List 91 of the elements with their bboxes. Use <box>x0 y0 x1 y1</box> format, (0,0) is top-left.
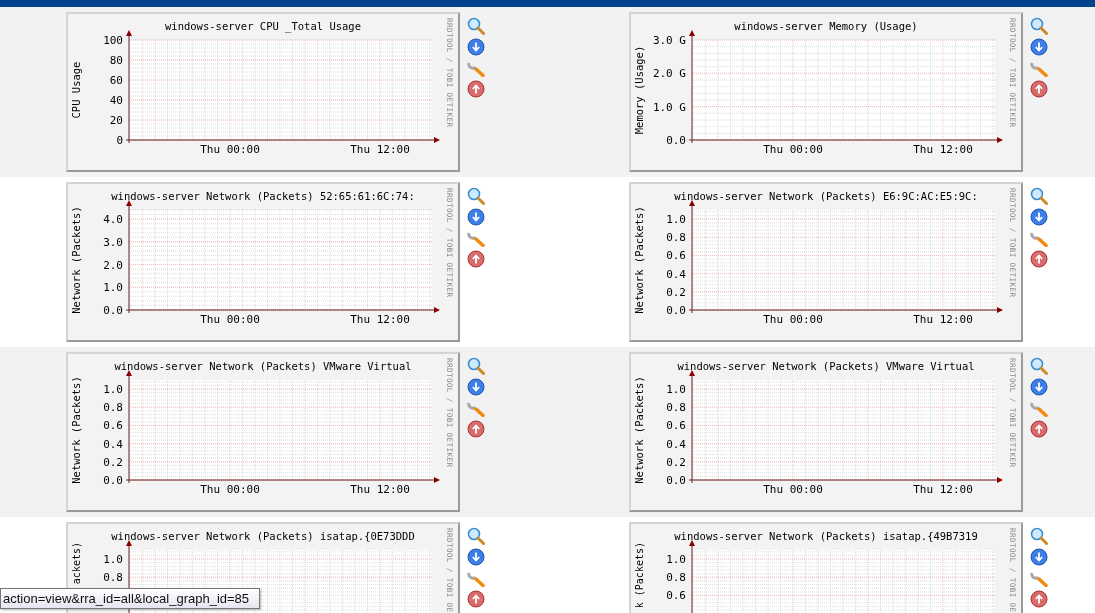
arrow-up-icon[interactable] <box>1030 590 1048 608</box>
arrow-down-icon[interactable] <box>467 38 485 56</box>
tick-label: 1.0 <box>666 553 686 567</box>
arrow-down-icon[interactable] <box>1030 38 1048 56</box>
tick-label: Thu 12:00 <box>913 313 973 326</box>
tick-label: 100 <box>103 34 123 47</box>
graph-title: windows-server Memory (Usage) <box>734 20 918 32</box>
tick-label: 0.8 <box>666 401 686 415</box>
tick-label: 0.6 <box>103 419 123 433</box>
tick-label: Thu 12:00 <box>350 483 410 496</box>
tick-label: 0.0 <box>103 304 123 317</box>
tick-label: 0.0 <box>666 304 686 317</box>
zoom-icon[interactable] <box>1030 17 1048 35</box>
tick-label: 80 <box>109 54 123 67</box>
tick-label: 2.0 G <box>652 67 686 81</box>
tick-label: 3.0 <box>103 235 123 249</box>
tick-label: Thu 00:00 <box>200 313 260 326</box>
zoom-icon[interactable] <box>467 357 485 375</box>
tick-label: 1.0 <box>103 281 123 295</box>
tick-label: Thu 00:00 <box>200 143 260 156</box>
tick-label: 0.6 <box>666 249 686 263</box>
graph-title: windows-server CPU _Total Usage <box>165 20 361 32</box>
axis-label: Network (Packets) <box>633 376 645 484</box>
graph-title: windows-server Network (Packets) isatap.{49B7319 <box>674 530 978 542</box>
tick-label: 0.6 <box>666 419 686 433</box>
tick-label: 0.6 <box>666 589 686 603</box>
axis-label: ackets) <box>71 542 82 585</box>
zoom-icon[interactable] <box>1030 187 1048 205</box>
tick-label: 0.2 <box>103 455 123 469</box>
tick-label: Thu 12:00 <box>350 313 410 326</box>
tick-label: 4.0 <box>103 213 123 227</box>
zoom-icon[interactable] <box>467 527 485 545</box>
zoom-icon[interactable] <box>467 187 485 205</box>
tick-label: 0.0 <box>666 134 686 147</box>
tick-label: 1.0 G <box>652 100 686 114</box>
tick-label: 1.0 <box>666 213 686 227</box>
arrow-down-icon[interactable] <box>1030 548 1048 566</box>
tick-label: 1.0 <box>666 383 686 397</box>
tick-label: 0.2 <box>666 455 686 469</box>
tick-label: 0.0 <box>666 474 686 487</box>
graph-title: windows-server Network (Packets) E6:9C:AC:E5:9C: <box>674 190 978 202</box>
tick-label: 0.2 <box>666 285 686 299</box>
url-tooltip: action=view&rra_id=all&local_graph_id=85 <box>0 588 260 609</box>
tick-label: Thu 00:00 <box>763 143 823 156</box>
tick-label: Thu 12:00 <box>913 143 973 156</box>
arrow-up-icon[interactable] <box>467 250 485 268</box>
graph-title: windows-server Network (Packets) 52:65:61:6C:74: <box>111 190 415 202</box>
tick-label: 0.0 <box>103 474 123 487</box>
tick-label: 3.0 G <box>652 34 686 47</box>
axis-label: Network (Packets) <box>633 206 645 314</box>
tick-label: Thu 12:00 <box>913 483 973 496</box>
arrow-up-icon[interactable] <box>467 590 485 608</box>
graph-title: windows-server Network (Packets) isatap.{0E73DDD <box>111 530 415 542</box>
zoom-icon[interactable] <box>467 17 485 35</box>
tick-label: 2.0 <box>103 258 123 272</box>
tick-label: 0.4 <box>666 267 686 281</box>
tick-label: 0.4 <box>103 437 123 451</box>
graph-title: windows-server Network (Packets) VMware Virtual <box>677 360 975 372</box>
tick-label: 0.8 <box>666 231 686 245</box>
tick-label: 0.8 <box>103 571 123 585</box>
tick-label: 0 <box>116 134 123 147</box>
arrow-up-icon[interactable] <box>1030 420 1048 438</box>
tick-label: 60 <box>109 74 123 87</box>
tick-label: Thu 00:00 <box>763 483 823 496</box>
arrow-down-icon[interactable] <box>467 378 485 396</box>
zoom-icon[interactable] <box>1030 357 1048 375</box>
tick-label: 0.8 <box>666 571 686 585</box>
axis-label: CPU Usage <box>70 61 82 119</box>
axis-label: Network (Packets) <box>70 206 82 314</box>
tick-label: 1.0 <box>103 553 123 567</box>
zoom-icon[interactable] <box>1030 527 1048 545</box>
arrow-down-icon[interactable] <box>467 208 485 226</box>
tick-label: Thu 00:00 <box>763 313 823 326</box>
arrow-down-icon[interactable] <box>1030 208 1048 226</box>
axis-label: Memory (Usage) <box>633 45 645 135</box>
arrow-up-icon[interactable] <box>467 420 485 438</box>
tick-label: 1.0 <box>103 383 123 397</box>
tick-label: 0.4 <box>666 437 686 451</box>
arrow-down-icon[interactable] <box>467 548 485 566</box>
tick-label: Thu 00:00 <box>200 483 260 496</box>
arrow-down-icon[interactable] <box>1030 378 1048 396</box>
arrow-up-icon[interactable] <box>1030 250 1048 268</box>
arrow-up-icon[interactable] <box>467 80 485 98</box>
axis-label: Network (Packets) <box>70 376 82 484</box>
tick-label: 40 <box>109 94 123 107</box>
tick-label: 20 <box>109 114 123 127</box>
graph-title: windows-server Network (Packets) VMware Virtual <box>114 360 412 372</box>
tick-label: 0.8 <box>103 401 123 415</box>
tick-label: Thu 12:00 <box>350 143 410 156</box>
arrow-up-icon[interactable] <box>1030 80 1048 98</box>
axis-label: k (Packets) <box>634 542 645 609</box>
